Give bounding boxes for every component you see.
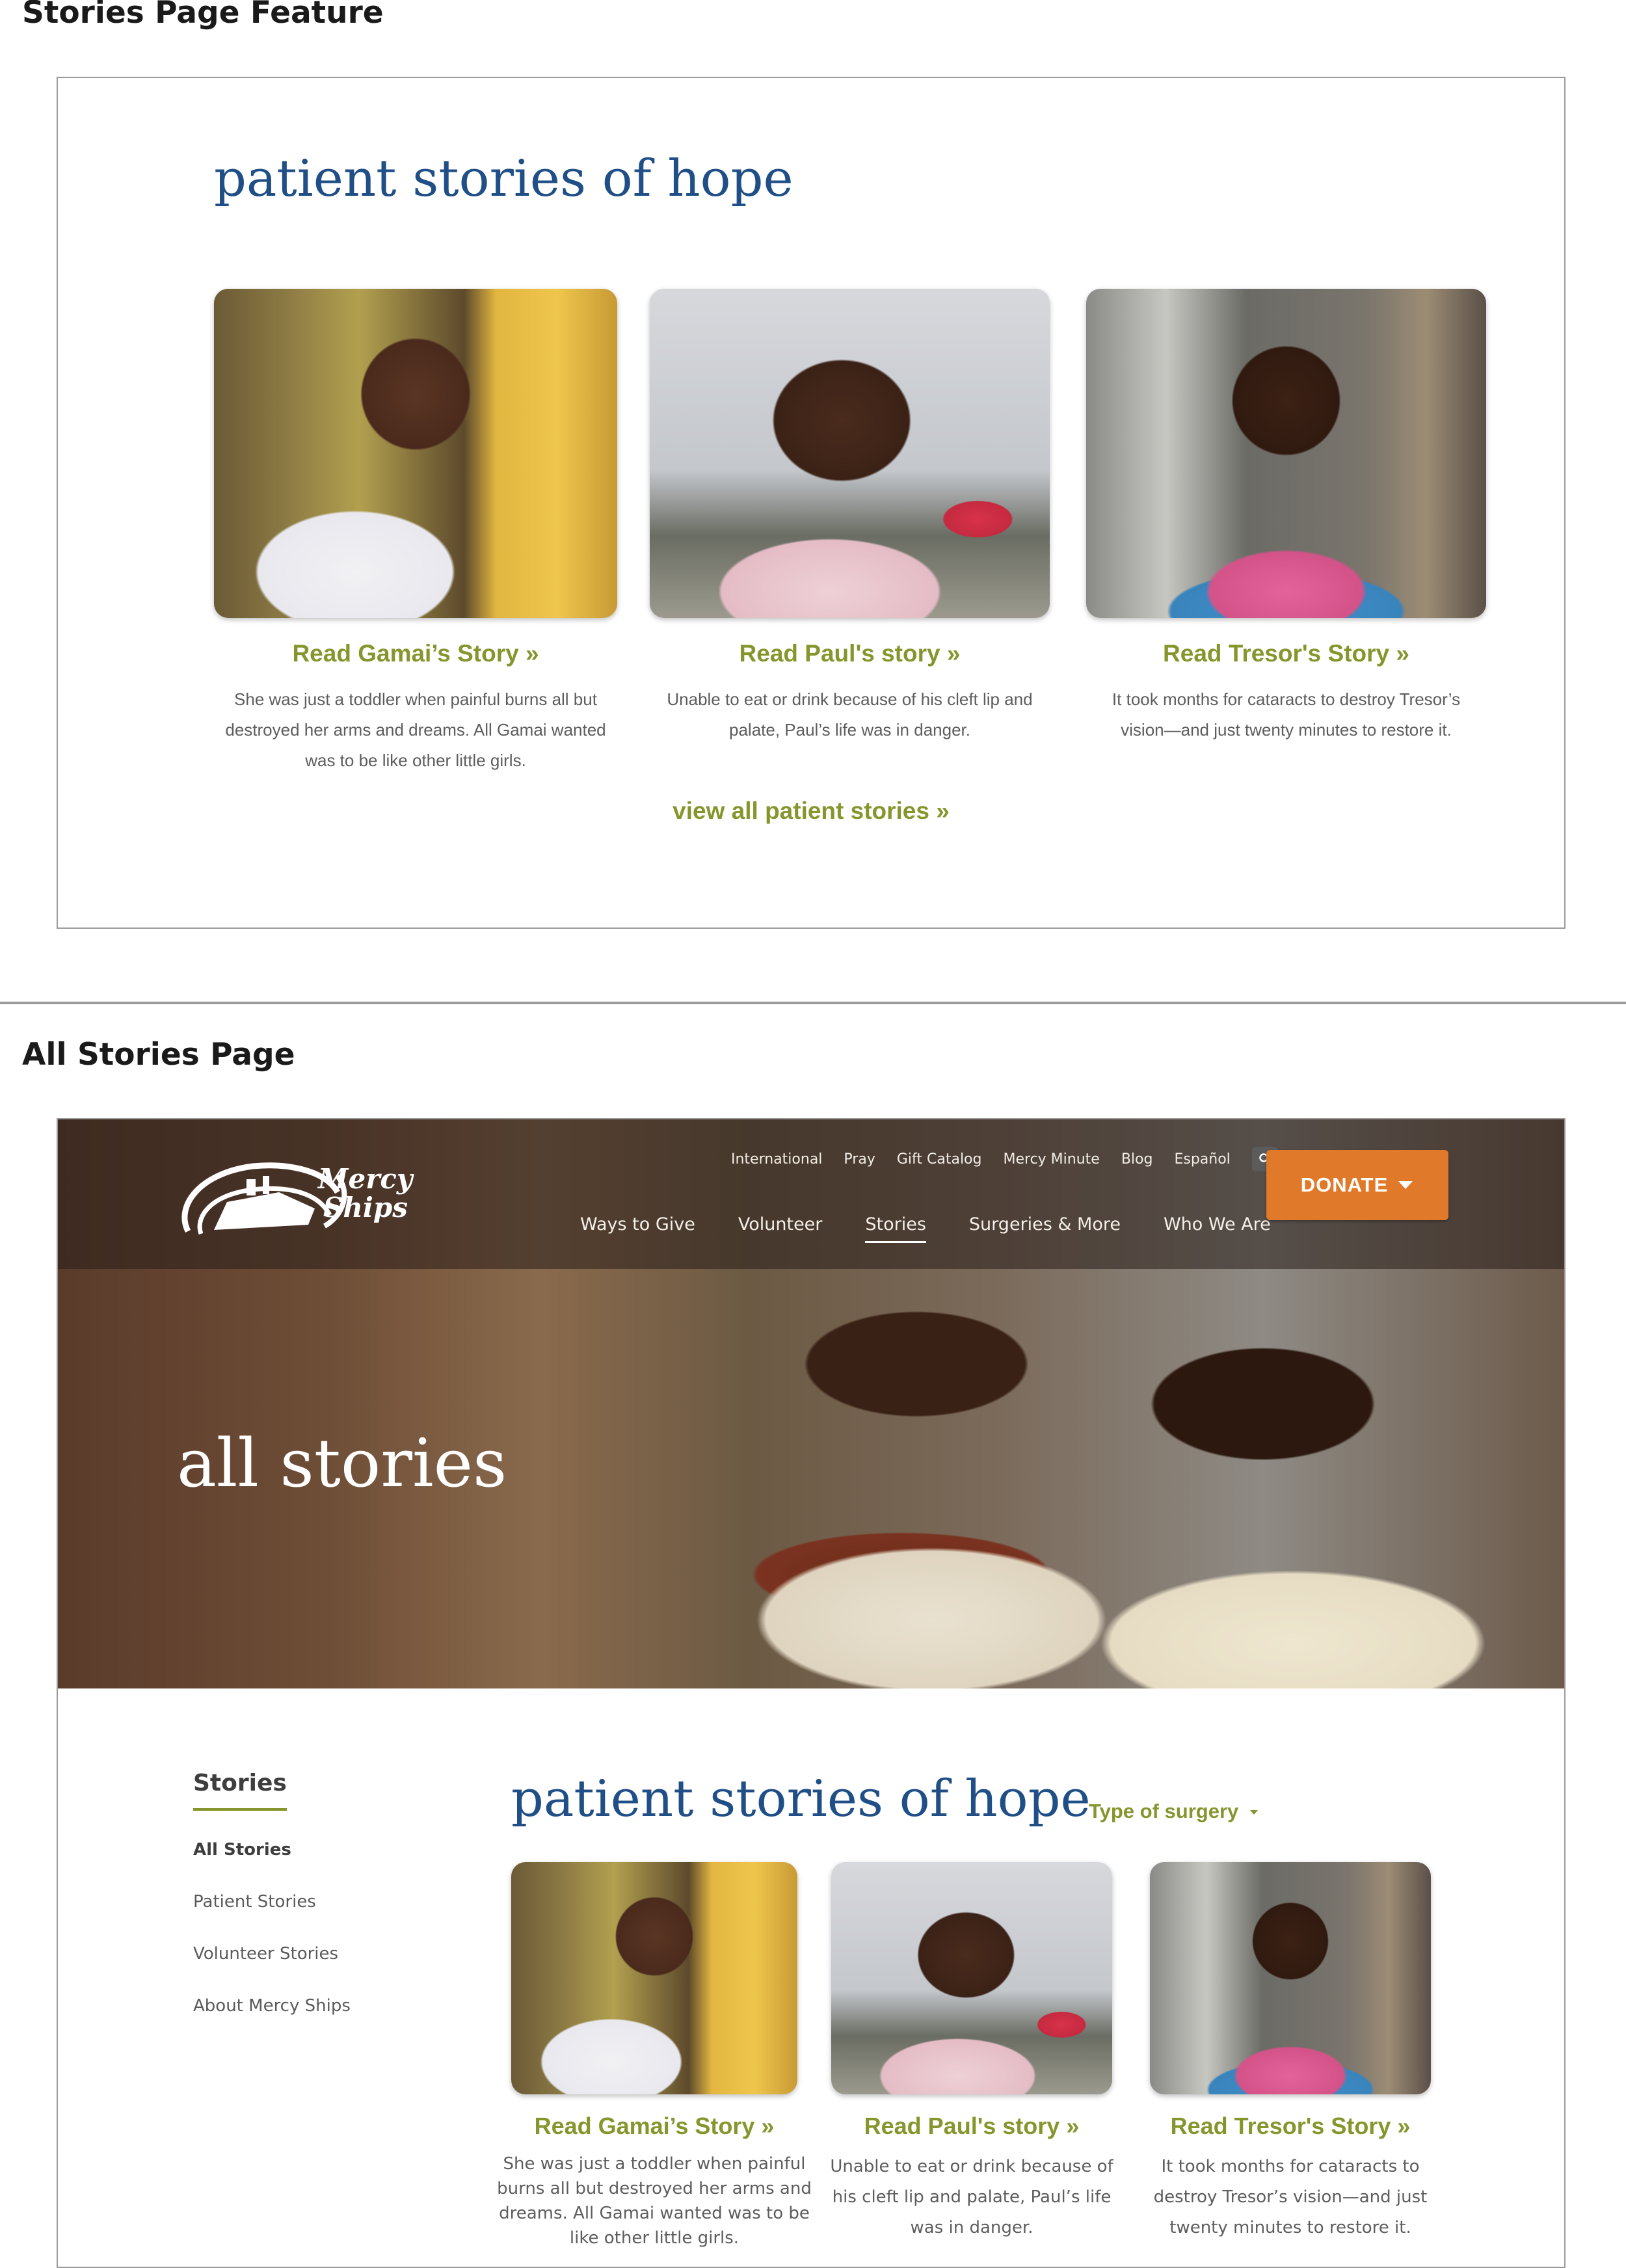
nav-volunteer[interactable]: Volunteer: [738, 1214, 823, 1243]
gamai-story-description: She was just a toddler when painful burn…: [225, 689, 606, 770]
sidebar-item-volunteer-stories[interactable]: Volunteer Stories: [193, 1944, 338, 1964]
view-all-patient-stories-link[interactable]: view all patient stories »: [58, 797, 1564, 825]
tresor-story-description: It took months for cataracts to destroy …: [1153, 2157, 1428, 2237]
util-nav-international[interactable]: International: [731, 1151, 822, 1167]
sidebar-item-about-mercy-ships[interactable]: About Mercy Ships: [193, 1996, 351, 2016]
paul-story-description: Unable to eat or drink because of his cl…: [667, 689, 1033, 740]
util-nav-espanol[interactable]: Español: [1174, 1151, 1230, 1167]
donate-label: DONATE: [1300, 1173, 1389, 1196]
feature-title: patient stories of hope: [214, 150, 793, 208]
util-nav-gift-catalog[interactable]: Gift Catalog: [897, 1151, 982, 1167]
nav-stories[interactable]: Stories: [865, 1214, 926, 1243]
read-paul-story-link[interactable]: Read Paul's story »: [805, 2113, 1138, 2140]
main-nav: Ways to Give Volunteer Stories Surgeries…: [580, 1214, 1314, 1243]
util-nav-blog[interactable]: Blog: [1121, 1151, 1153, 1167]
stories-sidebar: Stories All Stories Patient Stories Volu…: [193, 1770, 351, 2016]
story-card-paul: Read Paul's story » Unable to eat or dri…: [650, 289, 1050, 757]
nav-surgeries-and-more[interactable]: Surgeries & More: [969, 1214, 1121, 1243]
read-paul-story-link[interactable]: Read Paul's story »: [650, 640, 1050, 667]
all-story-card-gamai: Read Gamai’s Story » She was just a todd…: [497, 1862, 812, 2265]
all-stories-page-frame: Mercy Ships International Pray Gift Cata…: [57, 1118, 1566, 2268]
section-heading-all-stories: All Stories Page: [22, 1037, 295, 1073]
type-of-surgery-label: Type of surgery: [1089, 1800, 1239, 1822]
gamai-photo[interactable]: [214, 289, 617, 618]
logo-wordmark[interactable]: Mercy Ships: [318, 1165, 412, 1222]
all-story-card-paul: Read Paul's story » Unable to eat or dri…: [830, 1862, 1113, 2265]
story-card-tresor: Read Tresor's Story » It took months for…: [1086, 289, 1486, 757]
sidebar-heading: Stories: [193, 1770, 287, 1811]
util-nav-pray[interactable]: Pray: [844, 1151, 875, 1167]
read-tresor-story-link[interactable]: Read Tresor's Story »: [1124, 2113, 1457, 2140]
nav-who-we-are[interactable]: Who We Are: [1164, 1214, 1271, 1243]
read-tresor-story-link[interactable]: Read Tresor's Story »: [1086, 640, 1486, 667]
read-gamai-story-link[interactable]: Read Gamai’s Story »: [214, 640, 617, 667]
hero-title: all stories: [177, 1425, 507, 1502]
story-card-gamai: Read Gamai’s Story » She was just a todd…: [214, 289, 617, 770]
read-gamai-story-link[interactable]: Read Gamai’s Story »: [485, 2113, 823, 2140]
stories-feature-frame: patient stories of hope Read Gamai’s Sto…: [57, 77, 1566, 929]
paul-photo[interactable]: [831, 1862, 1112, 2094]
sidebar-item-patient-stories[interactable]: Patient Stories: [193, 1892, 316, 1912]
tresor-story-description: It took months for cataracts to destroy …: [1112, 689, 1461, 740]
gamai-photo[interactable]: [511, 1862, 797, 2094]
caret-down-icon: [1249, 1809, 1258, 1815]
section-divider: [0, 1002, 1626, 1004]
tresor-photo[interactable]: [1150, 1862, 1431, 2094]
paul-photo[interactable]: [650, 289, 1050, 618]
utility-nav: International Pray Gift Catalog Mercy Mi…: [731, 1147, 1278, 1171]
logo-line-ships: Ships: [323, 1192, 408, 1223]
donate-button[interactable]: DONATE: [1266, 1150, 1448, 1220]
util-nav-mercy-minute[interactable]: Mercy Minute: [1003, 1151, 1099, 1167]
logo-line-mercy: Mercy: [318, 1163, 413, 1195]
sidebar-item-all-stories[interactable]: All Stories: [193, 1840, 291, 1860]
all-stories-title: patient stories of hope: [511, 1770, 1091, 1828]
caret-down-icon: [1398, 1181, 1413, 1189]
section-heading-feature: Stories Page Feature: [22, 0, 384, 31]
tresor-photo[interactable]: [1086, 289, 1486, 618]
hero-banner: Mercy Ships International Pray Gift Cata…: [58, 1119, 1564, 1688]
all-story-card-tresor: Read Tresor's Story » It took months for…: [1150, 1862, 1431, 2265]
gamai-story-description: She was just a toddler when painful burn…: [497, 2154, 812, 2248]
paul-story-description: Unable to eat or drink because of his cl…: [830, 2157, 1113, 2237]
nav-ways-to-give[interactable]: Ways to Give: [580, 1214, 695, 1243]
type-of-surgery-dropdown[interactable]: Type of surgery: [1089, 1800, 1259, 1823]
